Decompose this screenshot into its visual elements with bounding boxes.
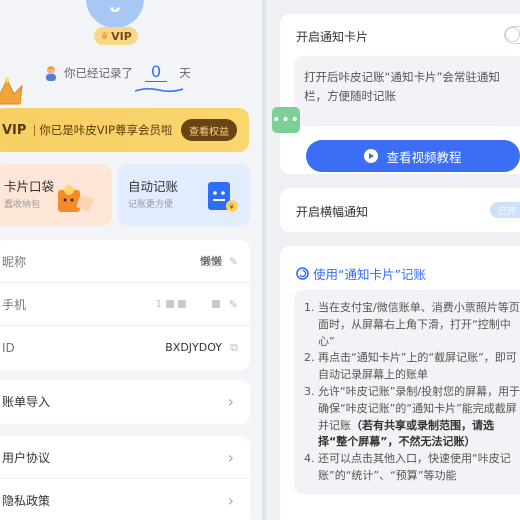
crown-decoration-icon <box>0 77 23 105</box>
vip-label: VIP <box>2 123 27 138</box>
banner-notify-title: 开启横幅通知 <box>296 205 369 219</box>
swirl-icon <box>296 267 309 280</box>
bill-import-item[interactable]: 账单导入 › <box>0 380 250 424</box>
card-pocket[interactable]: 卡片口袋 蠢收纳包 <box>0 164 112 226</box>
wallet-icon <box>58 185 94 212</box>
nickname-value: 懒懒 <box>200 255 222 268</box>
days-count: 0 <box>145 64 168 82</box>
more-dots-button[interactable]: ••• <box>272 107 300 133</box>
guide-steps: 1. 当在支付宝/微信账单、消费小票照片等页面时，从屏幕右上角下滑，打开“控制中心… <box>294 290 520 494</box>
notify-card-panel: 开启通知卡片 打开后咔皮记账“通知卡片”会常驻通知栏，方便随时记账 查看视频教程 <box>280 14 520 174</box>
vip-banner[interactable]: VIP | 你已是咔皮VIP尊享会员啦 查看权益 <box>0 77 249 152</box>
chevron-right-icon: › <box>227 392 234 411</box>
receipt-icon: ¥ <box>208 182 238 212</box>
view-benefits-button[interactable]: 查看权益 <box>181 119 237 141</box>
recorded-days: 你已经记录了 0 天 <box>42 64 191 82</box>
guide-step: 3. 允许“咔皮记账”录制/投射您的屏幕，用于确保“咔皮记账”的“通知卡片”能完成… <box>304 384 520 449</box>
copy-icon[interactable]: ⧉ <box>230 341 238 355</box>
edit-icon[interactable]: ✎ <box>229 298 238 311</box>
notify-card-description: 打开后咔皮记账“通知卡片”会常驻通知栏，方便随时记账 <box>294 56 520 126</box>
avatar[interactable]: ᴗ <box>86 0 144 28</box>
view-video-tutorial-button[interactable]: 查看视频教程 <box>306 140 520 172</box>
crown-icon: ♛ <box>100 30 110 42</box>
svg-text:¥: ¥ <box>230 203 235 211</box>
id-row: ID BXDJYDOY ⧉ <box>2 340 238 355</box>
notify-card-toggle[interactable] <box>504 26 520 44</box>
play-icon <box>364 149 379 163</box>
chevron-right-icon: › <box>227 447 234 467</box>
vip-member-text: 你已是咔皮VIP尊享会员啦 <box>39 123 173 137</box>
profile-panel: ᴗ ♛ VIP 你已经记录了 0 天 VIP | 你已是咔皮VIP尊享会员啦 查看权益… <box>0 0 262 520</box>
legal-list: 用户协议 › 隐私政策 › <box>0 436 250 520</box>
face-icon: ᴗ <box>109 0 121 16</box>
squiggle-decoration <box>135 87 184 93</box>
phone-value: 1 <box>156 299 220 310</box>
notify-card-title: 开启通知卡片 <box>296 30 369 44</box>
guide-step: 2. 再点击“通知卡片”上的“截屏记账”，即可自动记录屏幕上的账单 <box>304 351 517 382</box>
edit-icon[interactable]: ✎ <box>229 255 238 268</box>
user-agreement-item[interactable]: 用户协议 › <box>0 436 250 479</box>
id-value: BXDJYDOY <box>165 341 222 354</box>
guide-step: 1. 当在支付宝/微信账单、消费小票照片等页面时，从屏幕右上角下滑，打开“控制中心… <box>304 301 520 348</box>
guide-title: 使用“通知卡片”记账 <box>313 267 426 282</box>
guide-step: 4. 还可以点击其他入口，快速使用“咔皮记账”的“统计”、“预算”等功能 <box>304 452 511 482</box>
banner-notify-button[interactable]: 已开 <box>490 202 520 218</box>
vip-badge: ♛ VIP <box>94 27 138 45</box>
nickname-row[interactable]: 昵称 懒懒 ✎ <box>0 240 250 283</box>
chevron-right-icon: › <box>227 491 234 510</box>
banner-notify-panel: 开启横幅通知 已开 <box>280 188 520 232</box>
phone-row[interactable]: 手机 1 ✎ <box>0 283 250 326</box>
doll-icon <box>46 66 56 81</box>
account-info-list: 昵称 懒懒 ✎ 手机 1 ✎ ID BXDJYDOY ⧉ <box>0 240 250 370</box>
card-auto-bookkeeping[interactable]: 自动记账 记账更方便 ¥ <box>118 164 250 226</box>
privacy-policy-item[interactable]: 隐私政策 › <box>0 479 250 520</box>
guide-panel: 使用“通知卡片”记账 1. 当在支付宝/微信账单、消费小票照片等页面时，从屏幕右上… <box>280 246 520 520</box>
